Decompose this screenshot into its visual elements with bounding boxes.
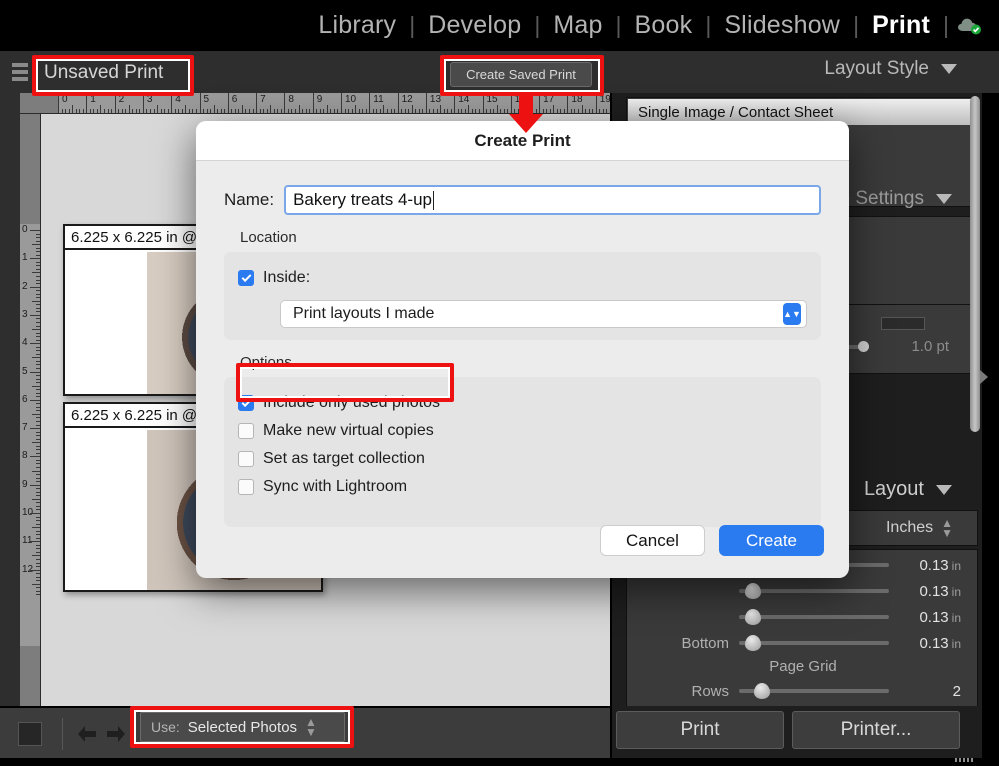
location-group-label: Location	[240, 229, 297, 246]
option-checkbox[interactable]	[238, 423, 254, 439]
name-input-value: Bakery treats 4-up	[293, 190, 432, 209]
option-include-only-used-photos[interactable]: Include only used photos	[238, 389, 807, 417]
margin-slider-row[interactable]: 0.13 in	[627, 578, 979, 604]
rows-label: Rows	[691, 682, 729, 700]
triangle-down-icon[interactable]	[941, 64, 957, 74]
vertical-ruler: 0 1 2 3 4 5 6 7 8 9 10 11 12	[20, 114, 41, 706]
print-actions-bar: Print Printer...	[612, 706, 982, 758]
option-label: Make new virtual copies	[263, 422, 434, 439]
module-slideshow[interactable]: Slideshow	[711, 0, 853, 50]
margin-slider-track[interactable]	[739, 609, 889, 625]
layout-label: Layout	[863, 478, 924, 500]
use-label: Use:	[151, 719, 180, 735]
ruler-units-value: Inches	[885, 519, 934, 536]
margin-slider-track[interactable]	[739, 583, 889, 599]
inside-checkbox-row[interactable]: Inside:	[238, 264, 807, 292]
horizontal-ruler: 0 1 2 3 4 5 6 7 8 9 10 11 12 13 14 15 16 17 18 19	[20, 93, 610, 114]
print-button[interactable]: Print	[616, 711, 784, 749]
margin-value: 0.13 in	[919, 582, 961, 600]
hamburger-icon[interactable]	[12, 63, 30, 81]
text-caret	[432, 190, 435, 210]
stepper-updown-icon[interactable]: ▲▼	[305, 716, 317, 738]
stepper-updown-icon[interactable]: ▲▼	[783, 303, 801, 325]
module-map[interactable]: Map	[540, 0, 615, 50]
loupe-view-icon[interactable]	[18, 722, 42, 746]
use-source-dropdown[interactable]: Use: Selected Photos ▲ ▼	[140, 712, 345, 742]
dialog-body: Name: Bakery treats 4-up Location Inside…	[196, 161, 849, 527]
margin-value: 0.13 in	[919, 608, 961, 626]
name-row: Name: Bakery treats 4-up	[224, 185, 821, 215]
arrow-left-icon[interactable]	[76, 724, 98, 744]
margin-bottom-label: Bottom	[681, 634, 729, 652]
create-print-dialog: Create Print Name: Bakery treats 4-up Lo…	[196, 121, 849, 578]
option-label: Set as target collection	[263, 450, 425, 467]
use-value: Selected Photos	[187, 718, 298, 736]
create-saved-print-button[interactable]: Create Saved Print	[450, 62, 592, 87]
option-checkbox[interactable]	[238, 395, 254, 411]
module-nav: Library | Develop | Map | Book | Slidesh…	[305, 0, 989, 50]
inside-checkbox[interactable]	[238, 270, 254, 286]
layout-style-panel-header[interactable]: Layout Style	[824, 58, 957, 80]
triangle-down-icon[interactable]	[936, 484, 952, 495]
options-group-label: Options	[240, 354, 292, 371]
arrow-right-icon[interactable]	[105, 724, 127, 744]
top-module-bar: Library | Develop | Map | Book | Slidesh…	[0, 0, 999, 50]
triangle-down-icon[interactable]	[936, 194, 952, 204]
printer-button[interactable]: Printer...	[792, 711, 960, 749]
inside-label: Inside:	[263, 269, 311, 286]
dialog-titlebar: Create Print	[196, 121, 849, 161]
option-checkbox[interactable]	[238, 451, 254, 467]
module-print[interactable]: Print	[859, 0, 943, 50]
stroke-color-swatch[interactable]	[881, 317, 925, 330]
rows-slider-row[interactable]: Rows 2	[627, 678, 979, 704]
right-panel-scrollbar[interactable]	[970, 96, 980, 432]
option-label: Sync with Lightroom	[263, 478, 408, 495]
margin-value: 0.13 in	[919, 556, 961, 574]
cancel-button[interactable]: Cancel	[600, 525, 705, 556]
toolbar-divider	[62, 718, 63, 750]
page-grid-label: Page Grid	[769, 658, 837, 675]
option-label: Include only used photos	[263, 394, 441, 411]
dialog-buttons: Cancel Create	[600, 525, 824, 556]
location-select-value: Print layouts I made	[293, 305, 435, 322]
location-group: Inside: Print layouts I made ▲▼	[224, 252, 821, 340]
layout-style-label: Layout Style	[824, 58, 929, 79]
option-set-as-target-collection[interactable]: Set as target collection	[238, 445, 807, 473]
image-settings-label: e Settings	[839, 188, 925, 209]
margin-slider-row-bottom[interactable]: Bottom 0.13 in	[627, 630, 979, 656]
options-group: Include only used photos Make new virtua…	[224, 377, 821, 527]
stroke-width-value: 1.0 pt	[911, 338, 949, 355]
stroke-width-knob[interactable]	[858, 341, 869, 352]
option-make-new-virtual-copies[interactable]: Make new virtual copies	[238, 417, 807, 445]
name-label: Name:	[224, 190, 275, 209]
right-panel-collapse-arrow-icon[interactable]	[980, 370, 988, 384]
rows-value: 2	[952, 682, 961, 700]
option-checkbox[interactable]	[238, 479, 254, 495]
left-gutter	[0, 93, 20, 706]
module-library[interactable]: Library	[305, 0, 409, 50]
stepper-updown-icon[interactable]: ▲▼	[941, 517, 953, 539]
image-settings-panel-header[interactable]: e Settings	[839, 188, 952, 210]
margin-slider-row[interactable]: 0.13 in	[627, 604, 979, 630]
layout-panel-header[interactable]: Layout	[864, 478, 952, 501]
margin-slider-track[interactable]	[739, 635, 889, 651]
module-book[interactable]: Book	[622, 0, 706, 50]
option-sync-with-lightroom[interactable]: Sync with Lightroom	[238, 473, 807, 501]
module-develop[interactable]: Develop	[415, 0, 534, 50]
location-select[interactable]: Print layouts I made ▲▼	[280, 300, 807, 328]
name-input[interactable]: Bakery treats 4-up	[284, 185, 821, 215]
unsaved-print-label[interactable]: Unsaved Print	[44, 60, 163, 86]
create-button[interactable]: Create	[719, 525, 824, 556]
margin-value: 0.13 in	[919, 634, 961, 652]
cloud-sync-ok-icon[interactable]	[949, 0, 989, 50]
dialog-title: Create Print	[474, 130, 571, 150]
lightroom-print-module: Library | Develop | Map | Book | Slidesh…	[0, 0, 999, 766]
rows-slider-track[interactable]	[739, 683, 889, 699]
